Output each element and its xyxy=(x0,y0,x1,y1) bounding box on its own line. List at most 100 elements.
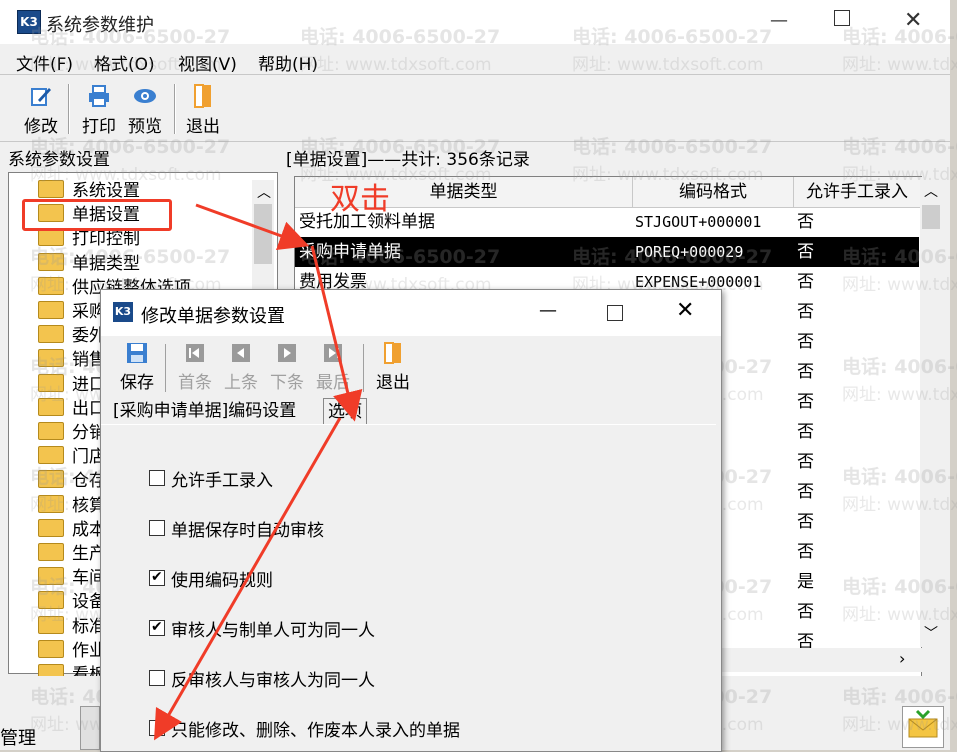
tree-item[interactable]: 成本 xyxy=(38,515,106,540)
last-button[interactable]: 最后 xyxy=(311,342,355,393)
scroll-down-icon[interactable]: ﹀ xyxy=(924,623,938,643)
dialog-exit-button[interactable]: 退出 xyxy=(371,342,415,393)
minimize-icon[interactable]: — xyxy=(770,10,788,31)
checkmark-icon: ✔ xyxy=(151,569,163,585)
watermark-site: 网址: www.tdxsoft.com xyxy=(572,165,764,185)
toolbar-separator xyxy=(68,84,70,134)
cell-manual: 否 xyxy=(797,362,814,382)
folder-icon xyxy=(38,325,64,344)
cell-manual: 否 xyxy=(797,212,814,232)
option-label[interactable]: 只能修改、删除、作废本人录入的单据 xyxy=(171,716,460,741)
watermark-phone: 电话: 4006-6500-27 xyxy=(842,246,957,268)
save-label: 保存 xyxy=(120,373,154,393)
prev-button[interactable]: 上条 xyxy=(219,342,263,393)
first-button[interactable]: 首条 xyxy=(173,342,217,393)
watermark-site: 网址: www.tdxsoft.com xyxy=(572,55,764,75)
option-checkbox[interactable] xyxy=(149,670,165,686)
print-button[interactable]: 打印 xyxy=(76,80,122,137)
watermark-site: 网址: www.tdxsoft.com xyxy=(842,165,957,185)
next-button[interactable]: 下条 xyxy=(265,342,309,393)
option-checkbox[interactable] xyxy=(149,470,165,486)
tree-item[interactable]: 委外 xyxy=(38,321,106,346)
watermark-phone: 电话: 4006-6500-27 xyxy=(842,136,957,158)
folder-icon xyxy=(38,422,64,440)
tree-scroll-thumb[interactable] xyxy=(254,204,272,264)
edit-bill-params-dialog: K3 修改单据参数设置 — ✕ 保存 首条 上条 下条 最后 退出 [采购申请单… xyxy=(100,289,722,752)
edit-button[interactable]: 修改 xyxy=(18,80,64,137)
cell-manual: 否 xyxy=(797,482,814,502)
watermark-site: 网址: www.tdxsoft.com xyxy=(842,495,957,515)
cell-code: STJGOUT+000001 xyxy=(635,213,762,231)
watermark-phone: 电话: 4006-6500-27 xyxy=(30,136,231,158)
first-record-icon xyxy=(186,344,204,362)
preview-button[interactable]: 预览 xyxy=(122,80,168,137)
folder-icon xyxy=(38,639,64,658)
folder-icon xyxy=(38,543,64,561)
dialog-exit-label: 退出 xyxy=(376,373,410,393)
maximize-icon[interactable] xyxy=(607,305,623,321)
cell-manual: 是 xyxy=(797,572,814,592)
watermark-phone: 电话: 4006-6500-27 xyxy=(572,26,773,48)
annotation-label: 双击 xyxy=(330,182,390,217)
watermark-phone: 电话: 4006-6500-27 xyxy=(842,576,957,598)
watermark-phone: 电话: 4006-6500-27 xyxy=(30,246,231,268)
tab-options[interactable]: 选项 xyxy=(323,398,367,425)
next-label: 下条 xyxy=(270,373,304,393)
save-disk-icon xyxy=(127,343,147,363)
exit-button[interactable]: 退出 xyxy=(180,80,226,137)
watermark-phone: 电话: 4006-6500-27 xyxy=(842,26,957,48)
highlight-box xyxy=(22,199,172,231)
cell-manual: 否 xyxy=(797,512,814,532)
watermark-site: 网址: www.tdxsoft.com xyxy=(300,55,492,75)
cell-manual: 否 xyxy=(797,392,814,412)
dialog-title-bar: K3 修改单据参数设置 — ✕ xyxy=(101,290,721,336)
watermark-phone: 电话: 4006-6500-27 xyxy=(30,26,231,48)
watermark-site: 网址: www.tdxsoft.com xyxy=(842,55,957,75)
last-label: 最后 xyxy=(316,373,350,393)
option-checkbox[interactable]: ✔ xyxy=(149,569,165,586)
cell-manual: 否 xyxy=(797,542,814,562)
toolbar-separator xyxy=(165,344,166,392)
tree-item[interactable]: 采购 xyxy=(38,297,106,322)
watermark-site: 网址: www.tdxsoft.com xyxy=(30,55,222,75)
last-record-icon xyxy=(324,344,342,362)
save-button[interactable]: 保存 xyxy=(115,342,159,393)
option-label[interactable]: 审核人与制单人可为同一人 xyxy=(171,616,375,641)
cell-manual: 否 xyxy=(797,302,814,322)
dialog-title: 修改单据参数设置 xyxy=(141,306,285,327)
watermark-phone: 电话: 4006-6500-27 xyxy=(300,136,501,158)
first-label: 首条 xyxy=(178,373,212,393)
grid-scroll-thumb[interactable] xyxy=(922,205,940,229)
tree-item[interactable]: 生产 xyxy=(38,539,106,564)
checkmark-icon: ✔ xyxy=(151,619,163,635)
option-checkbox[interactable] xyxy=(149,520,165,536)
app-logo-icon: K3 xyxy=(113,302,133,322)
folder-icon xyxy=(38,301,64,319)
tree-item[interactable]: 作业 xyxy=(38,636,106,661)
option-label[interactable]: 允许手工录入 xyxy=(171,466,273,491)
tab-code-settings[interactable]: [采购申请单据]编码设置 xyxy=(109,398,300,424)
option-label[interactable]: 反审核人与审核人为同一人 xyxy=(171,666,375,691)
scroll-right-icon[interactable]: › xyxy=(899,649,905,668)
exit-door-icon xyxy=(194,84,211,108)
watermark-site: 网址: www.tdxsoft.com xyxy=(300,165,492,185)
cell-manual: 否 xyxy=(797,272,814,292)
watermark-phone: 电话: 4006-6500-27 xyxy=(842,686,957,708)
cell-manual: 否 xyxy=(797,422,814,442)
folder-icon xyxy=(38,518,64,537)
option-checkbox[interactable] xyxy=(149,720,165,736)
cell-manual: 否 xyxy=(797,242,814,262)
watermark-phone: 电话: 4006-6500-27 xyxy=(300,246,501,268)
option-checkbox[interactable]: ✔ xyxy=(149,619,165,636)
edit-icon xyxy=(31,88,51,106)
toolbar-separator xyxy=(363,344,364,392)
printer-icon xyxy=(89,85,109,107)
exit-door-icon xyxy=(384,342,401,364)
scroll-up-icon[interactable]: ︿ xyxy=(257,182,271,202)
tree-item[interactable]: 分销 xyxy=(38,418,106,443)
minimize-icon[interactable]: — xyxy=(539,300,557,321)
close-icon[interactable]: ✕ xyxy=(676,298,694,323)
watermark-site: 网址: www.tdxsoft.com xyxy=(842,275,957,295)
option-label[interactable]: 单据保存时自动审核 xyxy=(171,516,324,541)
option-label[interactable]: 使用编码规则 xyxy=(171,566,273,591)
